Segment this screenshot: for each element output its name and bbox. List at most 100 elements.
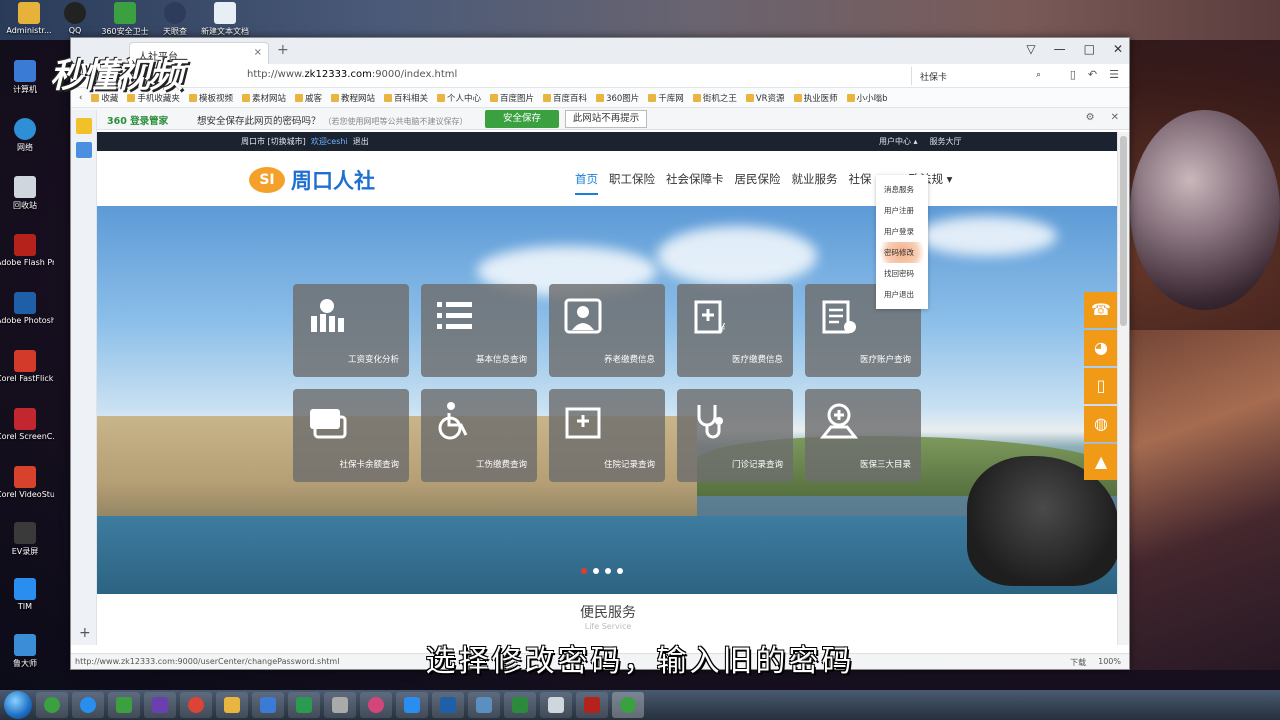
- taskbar-app-tim[interactable]: [396, 692, 428, 718]
- close-bar-icon[interactable]: ✕: [1111, 112, 1119, 123]
- taskbar-app-tool[interactable]: [468, 692, 500, 718]
- fav-item[interactable]: 百度图片: [490, 92, 534, 104]
- menu-item-register[interactable]: 用户注册: [876, 200, 928, 221]
- close-window-icon[interactable]: ✕: [1113, 42, 1123, 56]
- desktop-icon-fastflick[interactable]: Corel FastFlick X9: [0, 350, 54, 383]
- scrollbar-thumb[interactable]: [1120, 136, 1127, 326]
- desktop-icon-recycle[interactable]: 回收站: [0, 176, 54, 211]
- fav-item[interactable]: 执业医师: [794, 92, 838, 104]
- taskbar-app-folder[interactable]: [216, 692, 248, 718]
- tile-medical-catalog[interactable]: 医保三大目录: [805, 389, 921, 482]
- nav-social-card[interactable]: 社会保障卡: [666, 171, 724, 195]
- logout-link[interactable]: 退出: [353, 137, 369, 146]
- menu-item-login[interactable]: 用户登录: [876, 221, 928, 242]
- tile-basic-info[interactable]: 基本信息查询: [421, 284, 537, 377]
- folder-icon: [18, 2, 40, 24]
- desktop-icon-screencap[interactable]: Corel ScreenC...: [0, 408, 54, 441]
- wechat-icon[interactable]: ◍: [1084, 406, 1118, 442]
- tile-medical-payment[interactable]: ¥ 医疗缴费信息: [677, 284, 793, 377]
- desktop-icon-evrecord[interactable]: EV录屏: [0, 522, 54, 557]
- taskbar-app-camera[interactable]: [324, 692, 356, 718]
- taskbar-app-360-browser[interactable]: [36, 692, 68, 718]
- fav-item[interactable]: 百度百科: [543, 92, 587, 104]
- taskbar-app-360-browser-active[interactable]: [612, 692, 644, 718]
- back-to-top-icon[interactable]: ▲: [1084, 444, 1118, 480]
- new-tab-icon[interactable]: +: [277, 42, 289, 58]
- taskbar-app-ie[interactable]: [72, 692, 104, 718]
- fav-item[interactable]: 教程网站: [331, 92, 375, 104]
- vertical-scrollbar[interactable]: [1117, 132, 1129, 645]
- desktop-icon-computer[interactable]: 计算机: [0, 60, 54, 95]
- nav-home[interactable]: 首页: [575, 171, 598, 195]
- menu-item-messages[interactable]: 消息服务: [876, 179, 928, 200]
- fav-item[interactable]: 360图片: [596, 92, 639, 104]
- tile-injury-payment[interactable]: 工伤缴费查询: [421, 389, 537, 482]
- search-input[interactable]: 社保卡 ⌕: [911, 67, 1049, 85]
- play-icon: [296, 697, 312, 713]
- nav-employment[interactable]: 就业服务: [792, 171, 838, 195]
- fav-item[interactable]: 模板视频: [189, 92, 233, 104]
- tile-clinic-record[interactable]: 门诊记录查询: [677, 389, 793, 482]
- pin-icon[interactable]: ▽: [1026, 42, 1035, 56]
- close-tab-icon[interactable]: ×: [254, 47, 262, 58]
- fav-item[interactable]: 戚客: [295, 92, 322, 104]
- carousel-dot[interactable]: [593, 568, 599, 574]
- tile-wage-analysis[interactable]: 工资变化分析: [293, 284, 409, 377]
- gear-icon[interactable]: ⚙: [1086, 112, 1095, 123]
- tile-card-balance[interactable]: 社保卡余额查询: [293, 389, 409, 482]
- star-icon[interactable]: [75, 118, 92, 134]
- phone-icon[interactable]: ▯: [1070, 68, 1076, 81]
- nav-employee-insurance[interactable]: 职工保险: [609, 171, 655, 195]
- desktop-icon-tim[interactable]: TIM: [0, 578, 54, 611]
- nav-resident-insurance[interactable]: 居民保险: [735, 171, 781, 195]
- taskbar-app-media[interactable]: [144, 692, 176, 718]
- minimize-icon[interactable]: —: [1054, 42, 1066, 56]
- carousel-dot[interactable]: [581, 568, 587, 574]
- undo-icon[interactable]: ↶: [1088, 68, 1097, 81]
- taskbar-app-flower[interactable]: [360, 692, 392, 718]
- taskbar-app-network[interactable]: [252, 692, 284, 718]
- taskbar-app-photoshop[interactable]: [432, 692, 464, 718]
- carousel-dot[interactable]: [617, 568, 623, 574]
- desktop-icon-network[interactable]: 网络: [0, 118, 54, 153]
- desktop-icon-videostudio[interactable]: Corel VideoStud...: [0, 466, 54, 499]
- desktop-icon-photoshop[interactable]: Adobe Photosh...: [0, 292, 54, 325]
- nav-social-security[interactable]: 社保: [849, 171, 872, 195]
- menu-icon[interactable]: ☰: [1109, 68, 1119, 81]
- tile-hospital-record[interactable]: 住院记录查询: [549, 389, 665, 482]
- taskbar-app-notepad[interactable]: [540, 692, 572, 718]
- menu-item-logout[interactable]: 用户退出: [876, 284, 928, 305]
- list-icon[interactable]: [75, 142, 92, 158]
- user-center-link[interactable]: 用户中心 ▴: [879, 136, 918, 147]
- service-hall-link[interactable]: 服务大厅: [930, 136, 962, 147]
- switch-city-link[interactable]: [切换城市]: [268, 137, 306, 146]
- phone-icon[interactable]: ☎: [1084, 292, 1118, 328]
- tile-pension[interactable]: 养老缴费信息: [549, 284, 665, 377]
- site-logo[interactable]: SI 周口人社: [249, 165, 375, 195]
- fav-item[interactable]: 个人中心: [437, 92, 481, 104]
- taskbar-app-chrome[interactable]: [180, 692, 212, 718]
- desktop-icon-textdoc[interactable]: 新建文本文档: [196, 2, 254, 37]
- carousel-dot[interactable]: [605, 568, 611, 574]
- taskbar-app-360-safe[interactable]: [108, 692, 140, 718]
- mobile-icon[interactable]: ▯: [1084, 368, 1118, 404]
- menu-item-recover-password[interactable]: 找回密码: [876, 263, 928, 284]
- qq-icon[interactable]: ◕: [1084, 330, 1118, 366]
- start-button[interactable]: [4, 691, 32, 719]
- fav-item[interactable]: VR资源: [746, 92, 785, 104]
- search-icon[interactable]: ⌕: [1036, 70, 1041, 80]
- safe-save-button[interactable]: 安全保存: [485, 110, 559, 128]
- fav-item[interactable]: 百科相关: [384, 92, 428, 104]
- fav-item[interactable]: 街机之王: [693, 92, 737, 104]
- taskbar-app-excel[interactable]: [504, 692, 536, 718]
- taskbar-app-player[interactable]: [288, 692, 320, 718]
- fav-item[interactable]: 小小嗡b: [847, 92, 888, 104]
- never-prompt-button[interactable]: 此网站不再提示: [565, 110, 647, 128]
- taskbar-app-flash[interactable]: [576, 692, 608, 718]
- url-field[interactable]: http://www.zk12333.com:9000/index.html: [247, 69, 457, 80]
- fav-item[interactable]: 千库网: [648, 92, 684, 104]
- fav-item[interactable]: 素材网站: [242, 92, 286, 104]
- menu-item-change-password[interactable]: 密码修改: [876, 242, 928, 263]
- maximize-icon[interactable]: □: [1084, 42, 1095, 56]
- desktop-icon-flash[interactable]: Adobe Flash Prof...: [0, 234, 54, 267]
